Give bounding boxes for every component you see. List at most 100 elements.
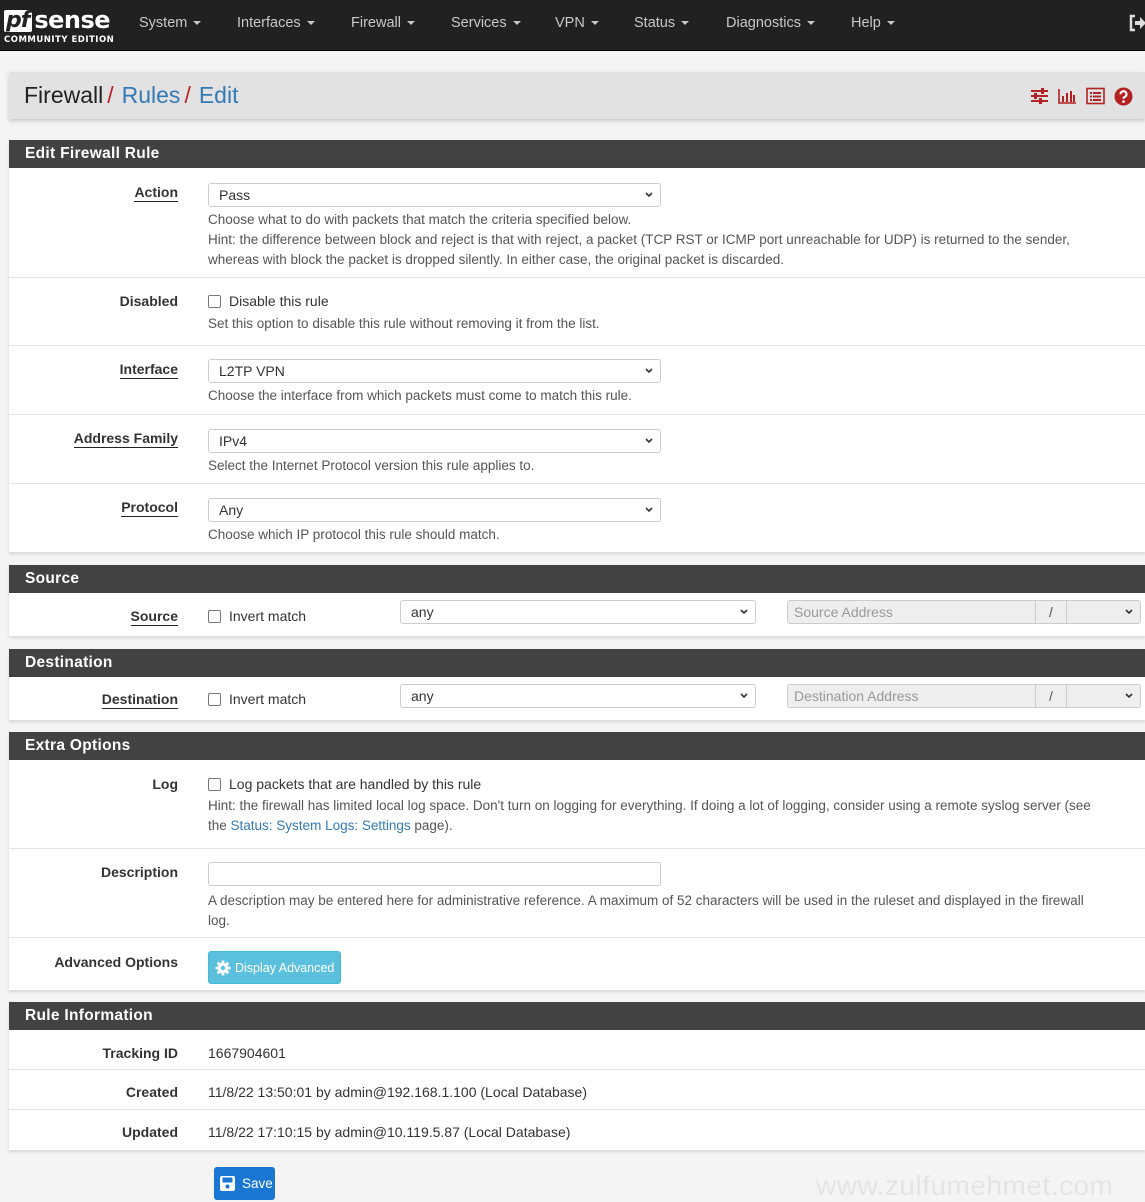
caret-down-icon [406,21,415,26]
pfsense-logo[interactable]: pf sense COMMUNITY EDITION [4,6,114,46]
description-input[interactable] [208,862,661,886]
tracking-id-label: Tracking ID [102,1045,178,1061]
description-help-2: log. [208,913,230,928]
caret-down-icon [590,21,599,26]
disable-rule-checkbox[interactable] [208,295,221,308]
interface-value: L2TP VPN [219,363,285,379]
menu-services-label: Services [451,15,507,31]
menu-system-label: System [139,15,188,31]
save-button[interactable]: Save [214,1167,275,1200]
action-hint-2: whereas with block the packet is dropped… [208,252,785,267]
source-type-select[interactable]: any [400,600,756,624]
log-checkbox-label[interactable]: Log packets that are handled by this rul… [229,776,481,792]
destination-invert-checkbox[interactable] [208,693,221,706]
updated-label: Updated [122,1124,178,1140]
action-select[interactable]: Pass [208,183,661,207]
advanced-options-row: Advanced Options Display Advanced [9,938,1145,990]
menu-firewall[interactable]: Firewall [351,15,415,31]
tracking-id-row: Tracking ID 1667904601 [9,1030,1145,1070]
source-label[interactable]: Source [130,608,178,626]
panel-heading: Extra Options [9,732,1145,760]
rule-information-panel: Rule Information Tracking ID 1667904601 … [9,1002,1145,1150]
menu-diagnostics-label: Diagnostics [726,15,801,31]
breadcrumb-separator: / [107,82,114,108]
chevron-down-icon [645,507,653,513]
menu-help[interactable]: Help [851,15,895,31]
disable-rule-checkbox-label[interactable]: Disable this rule [229,293,329,309]
destination-mask-slash: / [1036,685,1067,707]
log-label: Log [152,776,178,792]
list-alt-icon[interactable] [1086,87,1105,105]
interface-label[interactable]: Interface [119,361,178,379]
sliders-icon[interactable] [1030,87,1049,105]
log-hint: Hint: the firewall has limited local log… [208,798,1091,813]
description-label: Description [100,864,178,880]
display-advanced-button[interactable]: Display Advanced [208,951,342,984]
menu-firewall-label: Firewall [351,15,401,31]
logo-pf: pf [4,10,33,32]
source-invert-label[interactable]: Invert match [229,608,306,624]
source-invert-checkbox[interactable] [208,610,221,623]
bar-chart-icon[interactable] [1058,87,1077,105]
menu-services[interactable]: Services [451,15,521,31]
address-family-label[interactable]: Address Family [73,430,178,448]
chevron-down-icon [1125,693,1133,699]
protocol-value: Any [219,502,244,518]
chevron-down-icon [1125,609,1133,615]
watermark: www.zulfumehmet.com [816,1170,1114,1201]
menu-help-label: Help [851,15,881,31]
breadcrumb-bar: Firewall / Rules / Edit [9,72,1145,119]
protocol-select[interactable]: Any [208,498,661,522]
breadcrumb-separator: / [184,82,191,108]
updated-row: Updated 11/8/22 17:10:15 by admin@10.119… [9,1110,1145,1150]
protocol-help: Choose which IP protocol this rule shoul… [208,527,500,542]
action-help: Choose what to do with packets that matc… [208,212,632,227]
interface-select[interactable]: L2TP VPN [208,359,661,383]
protocol-label[interactable]: Protocol [121,499,178,517]
sign-out-icon[interactable] [1129,14,1145,32]
action-row: Action Pass Choose what to do with packe… [9,168,1145,278]
menu-system[interactable]: System [139,15,202,31]
destination-type-select[interactable]: any [400,684,756,708]
menu-diagnostics[interactable]: Diagnostics [726,15,815,31]
caret-down-icon [512,21,521,26]
source-panel: Source Source Invert match any Source Ad… [9,565,1145,636]
top-navbar: pf sense COMMUNITY EDITION System Interf… [0,0,1145,51]
display-advanced-label: Display Advanced [235,960,335,975]
panel-heading: Destination [9,649,1145,677]
menu-interfaces-label: Interfaces [237,15,301,31]
destination-mask-select[interactable] [1067,685,1140,707]
menu-interfaces[interactable]: Interfaces [237,15,315,31]
menu-vpn-label: VPN [555,15,585,31]
menu-vpn[interactable]: VPN [555,15,599,31]
logo-sense: sense [34,6,111,34]
disabled-help: Set this option to disable this rule wit… [208,316,600,331]
log-hint-text: the [208,818,231,833]
menu-status[interactable]: Status [634,15,690,31]
source-address-input[interactable]: Source Address [788,601,1036,623]
panel-heading: Rule Information [9,1002,1145,1030]
address-family-value: IPv4 [219,433,248,449]
edition-label: COMMUNITY EDITION [4,35,115,45]
breadcrumb-edit[interactable]: Edit [199,82,239,108]
log-checkbox[interactable] [208,778,221,791]
destination-invert-label[interactable]: Invert match [229,691,306,707]
action-label[interactable]: Action [134,184,178,202]
disabled-row: Disabled Disable this rule Set this opti… [9,278,1145,346]
system-logs-settings-link[interactable]: Status: System Logs: Settings [231,818,411,833]
destination-address-input[interactable]: Destination Address [788,685,1036,707]
action-hint: Hint: the difference between block and r… [208,232,1070,247]
advanced-options-label: Advanced Options [54,954,178,970]
question-circle-icon[interactable] [1114,87,1133,106]
source-mask-select[interactable] [1067,601,1140,623]
caret-down-icon [806,21,815,26]
breadcrumb-rules[interactable]: Rules [122,82,181,108]
destination-address-group: Destination Address / [787,684,1141,708]
save-icon [220,1176,235,1191]
address-family-select[interactable]: IPv4 [208,429,661,453]
source-row: Source Invert match any Source Address / [9,593,1145,636]
edit-rule-panel: Edit Firewall Rule Action Pass Choose wh… [9,140,1145,552]
log-row: Log Log packets that are handled by this… [9,760,1145,849]
description-help: A description may be entered here for ad… [208,893,1084,908]
destination-label[interactable]: Destination [101,691,178,709]
